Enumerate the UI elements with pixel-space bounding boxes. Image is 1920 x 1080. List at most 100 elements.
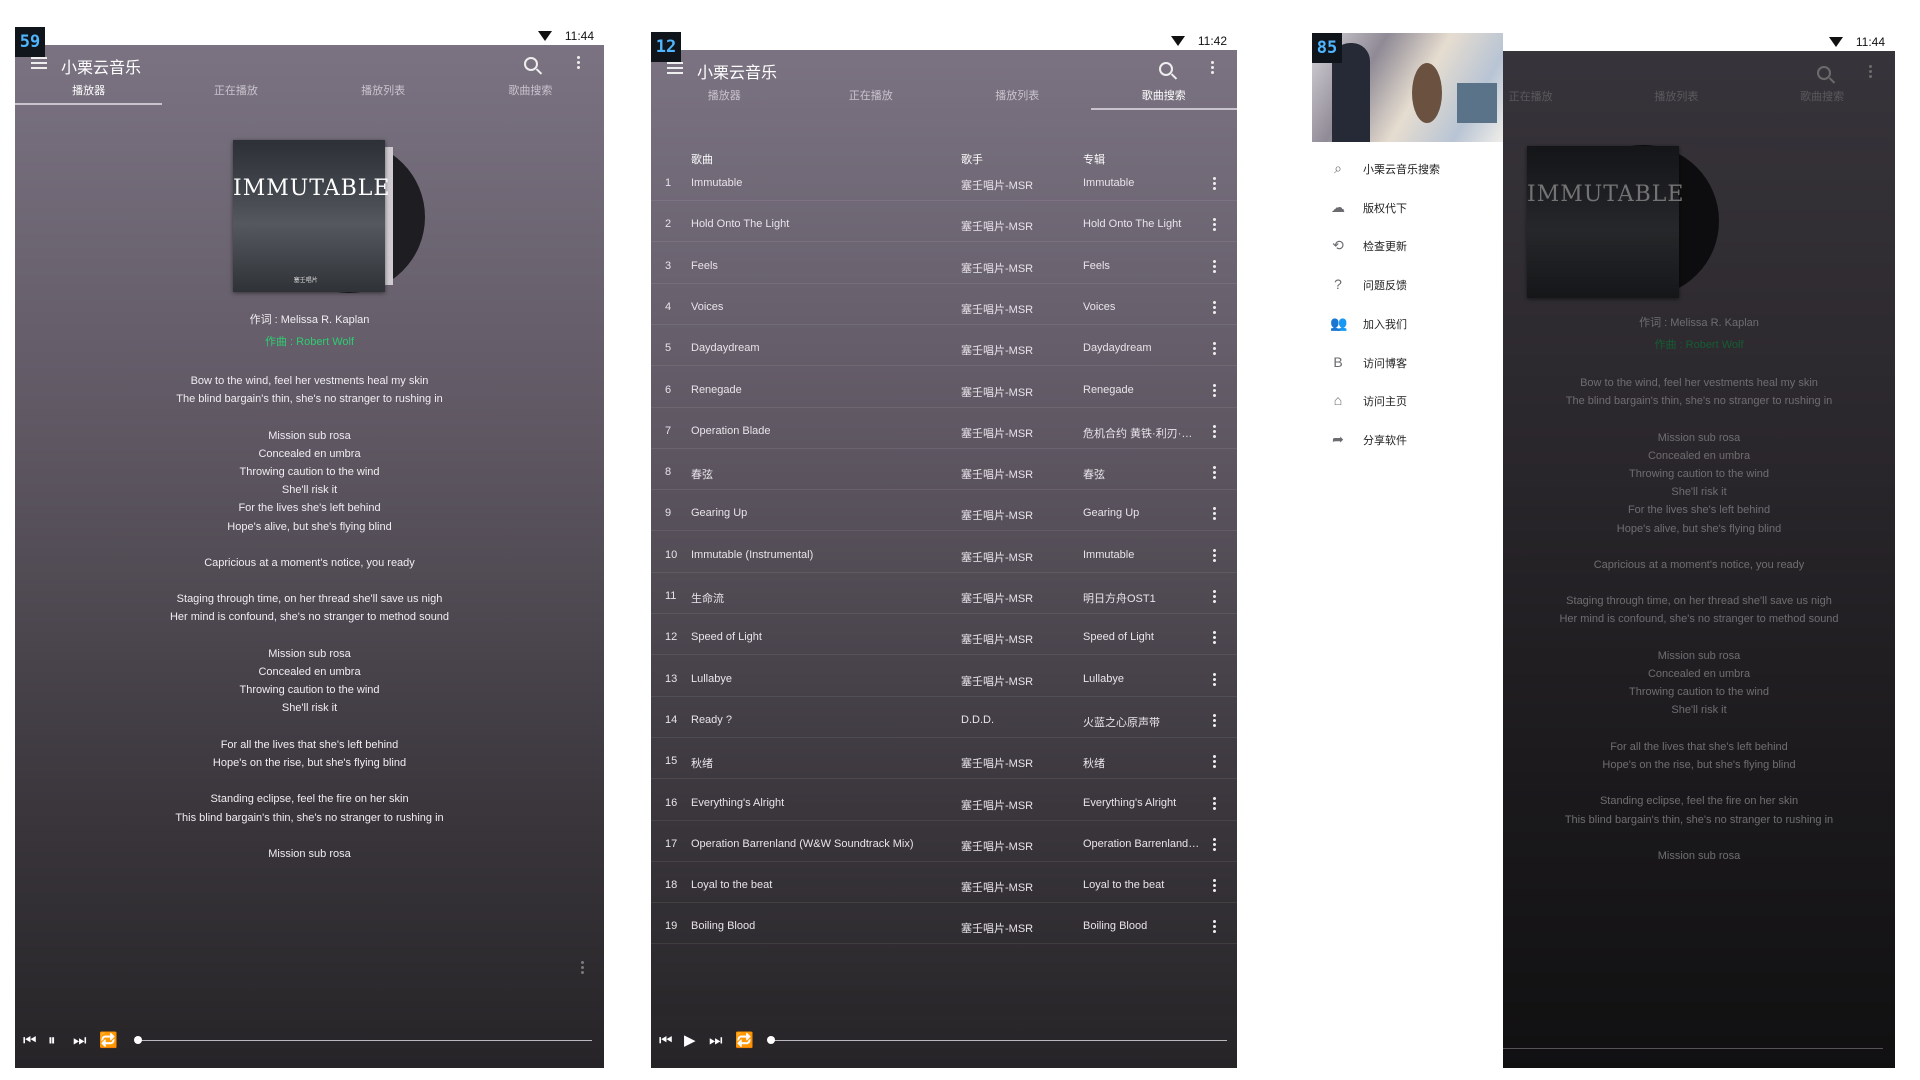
album-cover: IMMUTABLE 塞壬唱片 — [233, 140, 389, 292]
hamburger-menu-icon[interactable] — [667, 62, 683, 74]
song-title: Lullabye — [691, 672, 732, 685]
row-more-icon[interactable] — [1213, 920, 1217, 935]
previous-icon[interactable]: ⏮ — [659, 1033, 673, 1048]
table-row[interactable]: 15 秋绪 塞壬唱片-MSR 秋绪 — [651, 745, 1237, 780]
repeat-icon[interactable]: 🔁 — [735, 1033, 754, 1048]
row-more-icon[interactable] — [1213, 177, 1217, 192]
row-more-icon[interactable] — [1213, 259, 1217, 275]
tab-song-search[interactable]: 歌曲搜索 — [1090, 86, 1237, 110]
table-row[interactable]: 19 Boiling Blood 塞壬唱片-MSR Boiling Blood — [651, 910, 1237, 945]
table-row[interactable]: 16 Everything's Alright 塞壬唱片-MSR Everything… — [651, 787, 1237, 821]
tab-playlist[interactable]: 播放列表 — [944, 86, 1091, 110]
song-title: Renegade — [691, 383, 742, 396]
row-more-icon[interactable] — [1213, 342, 1217, 357]
phone-search-screen: 11:42 12 小栗云音乐 播放器 正在播放 播放列表 歌曲搜索 歌曲 歌手 … — [651, 32, 1237, 1068]
row-more-icon[interactable] — [1213, 507, 1217, 522]
row-more-icon[interactable] — [1213, 672, 1217, 688]
seek-thumb[interactable] — [134, 1036, 142, 1044]
song-title: 生命流 — [691, 593, 724, 605]
search-icon[interactable] — [1159, 62, 1173, 76]
table-row[interactable]: 18 Loyal to the beat 塞壬唱片-MSR Loyal to the … — [651, 869, 1237, 904]
drawer-item[interactable]: 👥 加入我们 — [1312, 305, 1503, 343]
tab-song-search[interactable]: 歌曲搜索 — [457, 81, 604, 105]
table-row[interactable]: 12 Speed of Light 塞壬唱片-MSR Speed of Light — [651, 621, 1237, 656]
seek-bar[interactable] — [136, 1040, 592, 1041]
row-more-icon[interactable] — [1213, 218, 1217, 233]
song-title: Immutable (Instrumental) — [691, 548, 814, 561]
drawer-item-label: 小栗云音乐搜索 — [1363, 164, 1440, 176]
row-more-icon[interactable] — [1213, 548, 1217, 564]
overflow-menu-icon[interactable] — [577, 56, 581, 71]
seek-thumb[interactable] — [767, 1036, 775, 1044]
row-more-icon[interactable] — [1213, 590, 1217, 605]
lyric-line: For all the lives that she's left behind — [220, 738, 399, 751]
repeat-icon[interactable]: 🔁 — [99, 1033, 118, 1048]
drawer-item[interactable]: ⟲ 检查更新 — [1312, 227, 1503, 265]
row-more-icon[interactable] — [1213, 300, 1217, 316]
row-more-icon[interactable] — [1213, 755, 1217, 770]
row-more-icon[interactable] — [1213, 631, 1217, 646]
row-more-icon[interactable] — [1213, 466, 1217, 481]
table-row[interactable]: 6 Renegade 塞壬唱片-MSR Renegade — [651, 374, 1237, 408]
song-title: 春弦 — [691, 469, 713, 482]
album-name: Renegade — [1083, 383, 1134, 396]
overflow-menu-icon[interactable] — [1211, 61, 1215, 76]
drawer-item[interactable]: ⌕ 小栗云音乐搜索 — [1312, 150, 1503, 188]
table-row[interactable]: 17 Operation Barrenland (W&W Soundtrack M… — [651, 828, 1237, 862]
drawer-item-label: 访问主页 — [1363, 396, 1407, 409]
song-title: Loyal to the beat — [691, 879, 773, 892]
row-more-icon[interactable] — [1213, 713, 1217, 729]
table-row[interactable]: 4 Voices 塞壬唱片-MSR Voices — [651, 291, 1237, 325]
seek-bar[interactable] — [771, 1040, 1227, 1041]
table-row[interactable]: 7 Operation Blade 塞壬唱片-MSR 危机合约 黄铁·利刃·燃... — [651, 415, 1237, 449]
table-row[interactable]: 14 Ready ? D.D.D. 火蓝之心原声带 — [651, 704, 1237, 738]
drawer-scrim[interactable] — [1503, 51, 1895, 1068]
tab-now-playing[interactable]: 正在播放 — [162, 81, 309, 105]
table-row[interactable]: 13 Lullabye 塞壬唱片-MSR Lullabye — [651, 663, 1237, 697]
search-icon[interactable] — [524, 57, 538, 71]
song-title: Speed of Light — [691, 631, 762, 644]
tab-player[interactable]: 播放器 — [15, 81, 163, 105]
play-icon[interactable]: ▶ — [684, 1033, 696, 1048]
row-number: 10 — [665, 548, 678, 561]
table-row[interactable]: 9 Gearing Up 塞壬唱片-MSR Gearing Up — [651, 497, 1237, 532]
row-more-icon[interactable] — [1213, 837, 1217, 853]
drawer-item[interactable]: ? 问题反馈 — [1312, 266, 1503, 304]
drawer-item[interactable]: ➦ 分享软件 — [1312, 421, 1503, 459]
song-title: Gearing Up — [691, 507, 748, 520]
tab-player[interactable]: 播放器 — [651, 86, 798, 110]
lyric-line: Bow to the wind, feel her vestments heal… — [190, 375, 429, 387]
tab-now-playing[interactable]: 正在播放 — [798, 86, 945, 110]
table-row[interactable]: 2 Hold Onto The Light 塞壬唱片-MSR Hold Onto Th… — [651, 208, 1237, 243]
table-row[interactable]: 10 Immutable (Instrumental) 塞壬唱片-MSR Immuta… — [651, 539, 1237, 573]
row-number: 14 — [665, 713, 678, 726]
lyrics-more-icon[interactable] — [581, 961, 585, 976]
row-more-icon[interactable] — [1213, 383, 1217, 399]
row-more-icon[interactable] — [1213, 796, 1217, 812]
drawer-item[interactable]: ☁ 版权代下 — [1312, 189, 1503, 227]
table-row[interactable]: 3 Feels 塞壬唱片-MSR Feels — [651, 250, 1237, 284]
table-row[interactable]: 8 春弦 塞壬唱片-MSR 春弦 — [651, 456, 1237, 491]
next-icon[interactable]: ⏭ — [73, 1033, 87, 1048]
row-more-icon[interactable] — [1213, 424, 1217, 440]
hamburger-menu-icon[interactable] — [31, 57, 47, 69]
drawer-item[interactable]: B 访问博客 — [1312, 344, 1503, 382]
album-name: Loyal to the beat — [1083, 879, 1165, 892]
table-row[interactable]: 1 Immutable 塞壬唱片-MSR Immutable — [651, 167, 1237, 201]
lyric-line: The blind bargain's thin, she's no stran… — [176, 393, 443, 406]
previous-icon[interactable]: ⏮ — [23, 1033, 37, 1048]
table-row[interactable]: 5 Daydaydream 塞壬唱片-MSR Daydaydream — [651, 332, 1237, 367]
artist-name: 塞壬唱片-MSR — [961, 840, 1034, 853]
lyric-line — [15, 572, 604, 590]
drawer-item[interactable]: ⌂ 访问主页 — [1312, 382, 1503, 420]
table-row[interactable]: 11 生命流 塞壬唱片-MSR 明日方舟OST1 — [651, 580, 1237, 614]
row-more-icon[interactable] — [1213, 879, 1217, 894]
row-number: 8 — [665, 466, 672, 479]
row-number: 1 — [665, 177, 672, 189]
lyric-line: Mission sub rosa — [268, 647, 351, 660]
album-name: Hold Onto The Light — [1083, 218, 1182, 231]
pause-icon[interactable]: ⏸ — [48, 1033, 56, 1048]
tab-playlist[interactable]: 播放列表 — [310, 81, 457, 105]
next-icon[interactable]: ⏭ — [709, 1033, 723, 1048]
artist-name: 塞壬唱片-MSR — [961, 510, 1034, 523]
